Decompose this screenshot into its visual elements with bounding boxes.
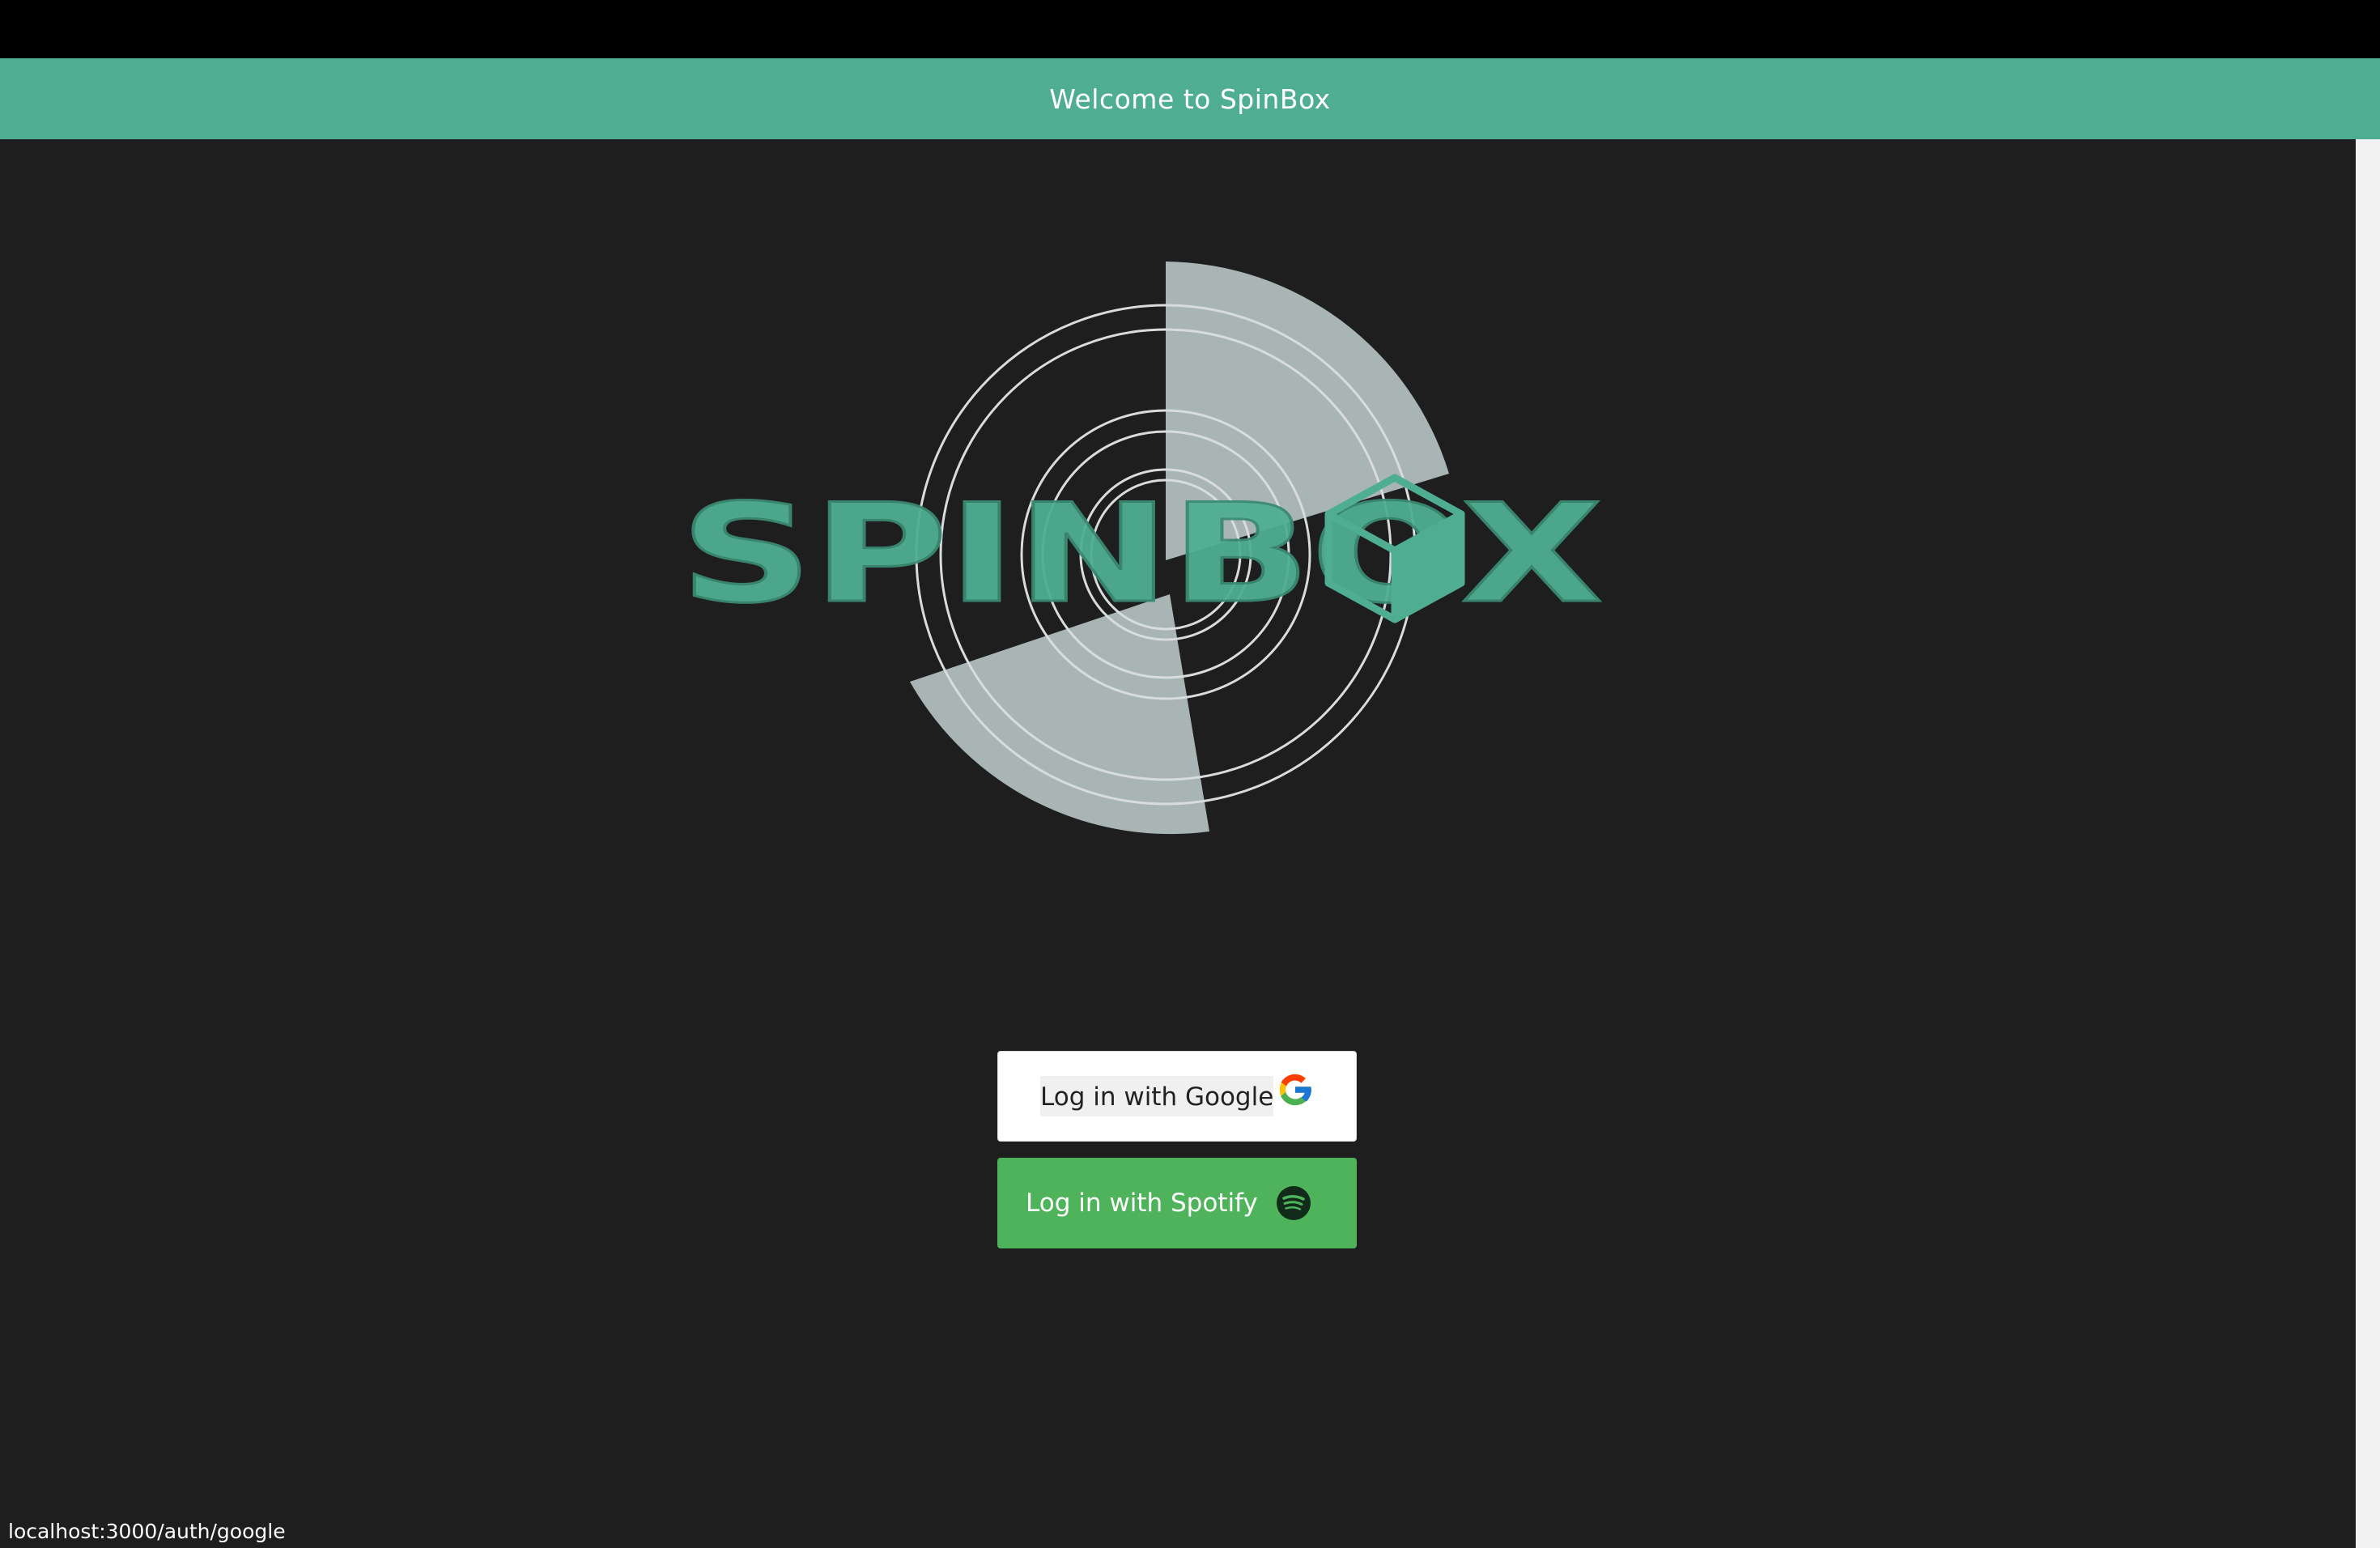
browser-top-bar [0,0,2380,58]
spotify-login-label: Log in with Spotify [1026,1189,1258,1218]
header-title: Welcome to SpinBox [1049,83,1331,115]
spotify-login-button[interactable]: Log in with Spotify [997,1158,1357,1248]
status-bar-url: localhost:3000/auth/google [0,1516,294,1548]
scrollbar[interactable] [2356,139,2380,1548]
app-header: Welcome to SpinBox [0,58,2380,139]
google-login-label: Log in with Google [1040,1076,1274,1116]
spinbox-logo: SPINBOX [679,262,1604,835]
google-login-button[interactable]: Log in with Google [997,1051,1357,1142]
google-g-icon [1280,1074,1312,1106]
spotify-icon [1276,1186,1311,1220]
